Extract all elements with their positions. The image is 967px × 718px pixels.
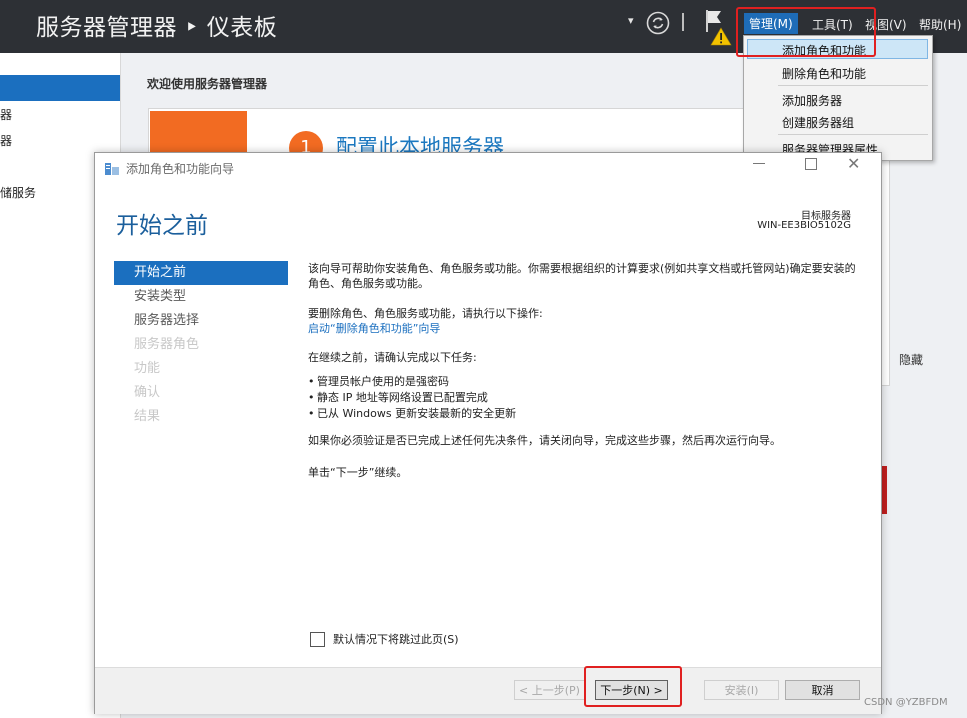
toolbar-separator [682,13,684,31]
wizard-page-heading: 开始之前 [116,213,208,239]
wizard-app-icon [104,161,120,175]
welcome-title: 欢迎使用服务器管理器 [147,77,268,91]
annotation-highlight-box [584,666,682,707]
dropdown-caret-icon[interactable]: ▾ [628,14,638,28]
wizard-step[interactable]: 安装类型 [114,285,288,309]
task-item: 静态 IP 地址等网络设置已配置完成 [308,390,863,406]
remove-prompt: 要删除角色、角色服务或功能，请执行以下操作: [308,307,543,320]
wizard-window-title: 添加角色和功能向导 [126,162,235,176]
verify-note: 如果你必须验证是否已完成上述任何先决条件，请关闭向导，完成这些步骤，然后再次运行… [308,434,781,447]
close-icon[interactable]: ✕ [847,154,860,173]
minimize-icon[interactable] [753,163,765,164]
task-item: 已从 Windows 更新安装最新的安全更新 [308,406,863,422]
wizard-steps: 开始之前 安装类型 服务器选择服务器角色功能确认结果 [114,261,288,429]
menu-separator [778,134,928,135]
notification-flag-icon[interactable] [701,8,739,46]
previous-button[interactable]: < 上一步(P) [514,680,585,700]
wizard-step: 功能 [134,361,161,376]
nav-item-file-storage[interactable]: 储服务 [0,184,36,201]
add-roles-wizard-dialog: 添加角色和功能向导 ✕ 开始之前 目标服务器 WIN-EE3BIO5102G 开… [94,152,882,714]
annotation-highlight-box [736,7,876,57]
menu-help[interactable]: 帮助(H) [919,16,961,33]
remove-roles-wizard-link[interactable]: 启动“删除角色和功能”向导 [308,321,863,336]
wizard-step[interactable]: 开始之前 [114,261,288,285]
refresh-icon[interactable] [646,11,670,35]
skip-page-label[interactable]: 默认情况下将跳过此页(S) [333,631,459,647]
menu-item-create-server-group[interactable]: 创建服务器组 [782,114,854,131]
wizard-step: 确认 [134,385,161,400]
nav-item-selected[interactable] [0,75,120,101]
skip-page-checkbox[interactable] [310,632,325,647]
cancel-button[interactable]: 取消 [785,680,860,700]
app-title: 服务器管理器 ‣ 仪表板 [36,15,278,41]
install-button[interactable]: 安装(I) [704,680,779,700]
wizard-content: 该向导可帮助你安装角色、角色服务或功能。你需要根据组织的计算要求(例如共享文档或… [308,261,863,480]
continue-note: 单击“下一步”继续。 [308,466,408,479]
task-list: 管理员帐户使用的是强密码 静态 IP 地址等网络设置已配置完成 已从 Windo… [308,374,863,422]
wizard-step[interactable]: 服务器选择 [114,309,288,333]
menu-separator [778,85,928,86]
tasks-prompt: 在继续之前，请确认完成以下任务: [308,351,477,364]
watermark-text: CSDN @YZBFDM [864,697,948,708]
wizard-footer: < 上一步(P) 下一步(N) > 安装(I) 取消 [95,667,881,714]
wizard-step: 服务器角色 [134,337,200,352]
menu-item-add-servers[interactable]: 添加服务器 [782,92,842,109]
target-server-name: WIN-EE3BIO5102G [757,220,851,231]
intro-text: 该向导可帮助你安装角色、角色服务或功能。你需要根据组织的计算要求(例如共享文档或… [308,262,856,290]
task-item: 管理员帐户使用的是强密码 [308,374,863,390]
hide-link[interactable]: 隐藏 [899,351,923,368]
nav-item-local-server[interactable]: 器 [0,106,12,123]
menu-item-remove-roles[interactable]: 删除角色和功能 [782,65,866,82]
maximize-icon[interactable] [805,158,817,170]
nav-item-all-servers[interactable]: 器 [0,132,12,149]
wizard-step: 结果 [134,409,161,424]
